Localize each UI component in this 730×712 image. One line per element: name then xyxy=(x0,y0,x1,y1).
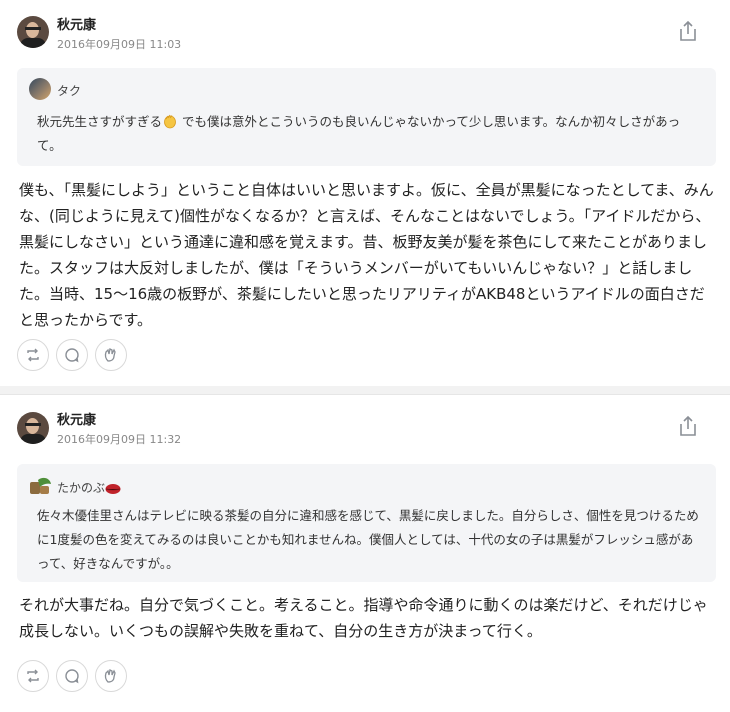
comment-icon xyxy=(65,669,79,684)
quote-text: 佐々木優佳里さんはテレビに映る茶髪の自分に違和感を感じて、黒髪に戻しました。自分… xyxy=(37,508,699,571)
clap-icon xyxy=(104,348,116,362)
share-icon[interactable] xyxy=(677,20,699,42)
comment-button[interactable] xyxy=(56,339,88,371)
timestamp: 2016年09月09日 11:32 xyxy=(57,433,182,446)
post-separator xyxy=(0,386,730,394)
post-body: 僕も、「黒髪にしよう」ということ自体はいいと思いますよ。仮に、全員が黒髪になった… xyxy=(19,181,714,329)
timestamp: 2016年09月09日 11:03 xyxy=(57,38,182,51)
quoted-comment[interactable]: たかのぶ 佐々木優佳里さんはテレビに映る茶髪の自分に違和感を感じて、黒髪に戻しま… xyxy=(17,464,716,582)
author-name[interactable]: 秋元康 xyxy=(57,409,96,428)
post-1: 秋元康 2016年09月09日 11:03 タク 秋元先生さすがすぎる でも僕は… xyxy=(0,0,730,386)
clap-button[interactable] xyxy=(95,660,127,692)
clap-emoji-icon xyxy=(162,113,178,129)
author-avatar[interactable] xyxy=(17,16,49,48)
post-2: 秋元康 2016年09月09日 11:32 たかのぶ 佐々木優佳里さんはテレビに… xyxy=(0,394,730,712)
clap-button[interactable] xyxy=(95,339,127,371)
repost-icon xyxy=(27,669,39,683)
quote-author-avatar xyxy=(29,78,51,100)
post-body: それが大事だね。自分で気づくこと。考えること。指導や命令通りに動くのは楽だけど、… xyxy=(19,596,708,640)
quote-text-part1: 秋元先生さすがすぎる xyxy=(37,114,163,129)
comment-icon xyxy=(65,348,79,363)
lips-emoji-icon xyxy=(105,480,121,494)
quote-author-name: たかのぶ xyxy=(57,481,106,495)
comment-button[interactable] xyxy=(56,660,88,692)
repost-button[interactable] xyxy=(17,660,49,692)
author-name[interactable]: 秋元康 xyxy=(57,14,96,33)
clap-icon xyxy=(104,669,116,683)
quote-author-avatar xyxy=(29,476,53,496)
quoted-comment[interactable]: タク 秋元先生さすがすぎる でも僕は意外とこういうのも良いんじゃないかって少し思… xyxy=(17,68,716,166)
quote-author-name: タク xyxy=(57,84,82,98)
repost-button[interactable] xyxy=(17,339,49,371)
share-icon[interactable] xyxy=(677,415,699,437)
author-avatar[interactable] xyxy=(17,412,49,444)
repost-icon xyxy=(27,348,39,362)
quote-text: 秋元先生さすがすぎる でも僕は意外とこういうのも良いんじゃないかって少し思います… xyxy=(37,110,702,158)
